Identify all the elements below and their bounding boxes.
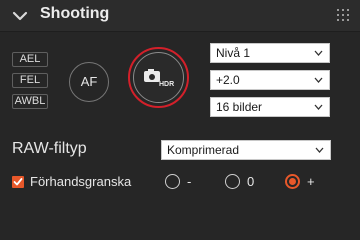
preview-radio-minus[interactable] xyxy=(165,174,180,189)
ael-button[interactable]: AEL xyxy=(12,52,48,67)
shooting-panel-header[interactable]: Shooting xyxy=(0,0,360,32)
hdr-frames-select[interactable]: 16 bilder xyxy=(210,97,330,117)
preview-checkbox[interactable] xyxy=(12,176,24,188)
preview-label: Förhandsgranska xyxy=(30,174,132,189)
hdr-camera-icon: HDR xyxy=(144,69,174,88)
raw-filetype-value: Komprimerad xyxy=(167,143,240,157)
chevron-down-icon xyxy=(315,147,324,153)
af-button[interactable]: AF xyxy=(69,62,109,102)
preview-radio-zero[interactable] xyxy=(225,174,240,189)
preview-radio-plus[interactable] xyxy=(285,174,300,189)
preview-radio-minus-label: - xyxy=(187,174,192,189)
radio-selected-dot xyxy=(289,178,296,185)
chevron-down-icon[interactable] xyxy=(10,6,30,26)
chevron-down-icon xyxy=(314,104,323,110)
raw-filetype-label: RAW-filtyp xyxy=(12,140,87,157)
chevron-down-icon xyxy=(314,50,323,56)
chevron-down-icon xyxy=(314,77,323,83)
fel-button[interactable]: FEL xyxy=(12,73,48,88)
preview-radio-plus-label: + xyxy=(307,174,315,189)
hdr-ev-select[interactable]: +2.0 xyxy=(210,70,330,90)
grip-dots-icon[interactable] xyxy=(336,8,350,22)
awbl-button[interactable]: AWBL xyxy=(12,94,48,109)
preview-radio-zero-label: 0 xyxy=(247,174,255,189)
hdr-level-value: Nivå 1 xyxy=(216,46,251,60)
hdr-ev-value: +2.0 xyxy=(216,73,240,87)
panel-title: Shooting xyxy=(40,5,110,22)
hdr-frames-value: 16 bilder xyxy=(216,100,263,114)
raw-filetype-select[interactable]: Komprimerad xyxy=(161,140,331,160)
hdr-icon-text: HDR xyxy=(159,81,174,88)
checkmark-icon xyxy=(13,178,23,186)
hdr-level-select[interactable]: Nivå 1 xyxy=(210,43,330,63)
